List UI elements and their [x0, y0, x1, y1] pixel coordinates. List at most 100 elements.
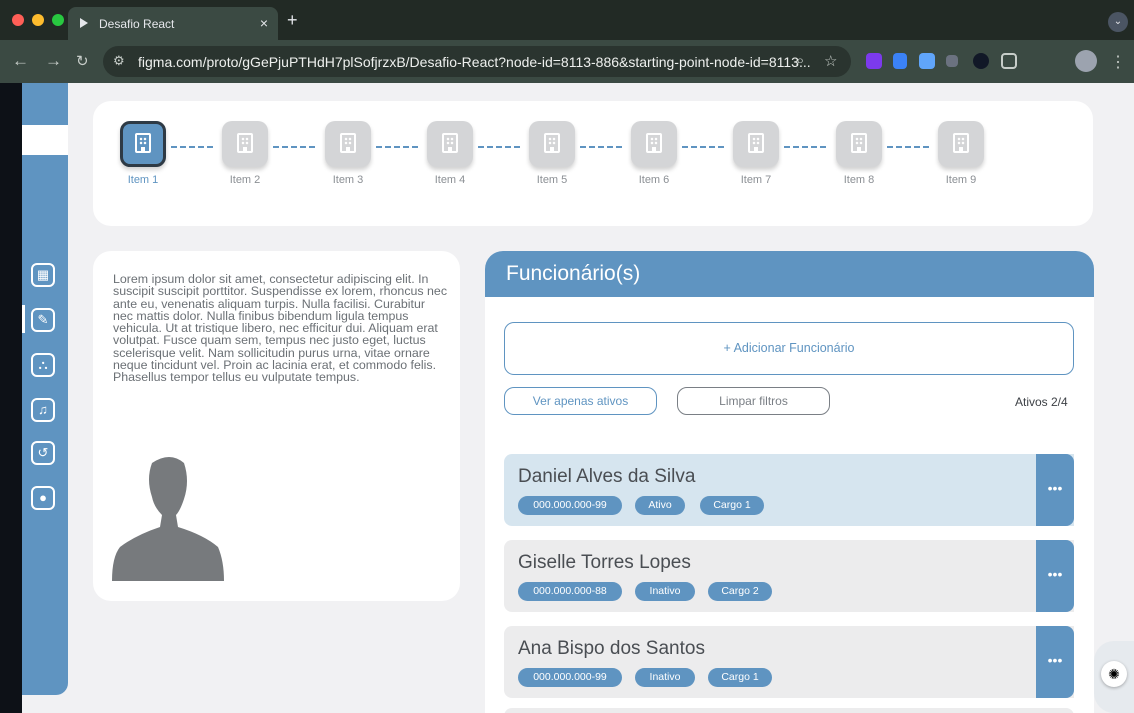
profile-avatar-icon[interactable] [1075, 50, 1097, 72]
employee-row[interactable]: Ana Bispo dos Santos 000.000.000-99 Inat… [504, 626, 1074, 698]
step-item-4[interactable]: Item 4 [420, 121, 480, 186]
building-icon [938, 121, 984, 167]
cpf-badge: 000.000.000-88 [518, 582, 622, 601]
employees-header: Funcionário(s) [485, 251, 1094, 297]
employee-row[interactable]: Daniel Alves da Silva 000.000.000-99 Ati… [504, 454, 1074, 526]
clear-filters-button[interactable]: Limpar filtros [677, 387, 830, 415]
forward-arrow-icon[interactable]: → [45, 51, 62, 71]
employee-name: Giselle Torres Lopes [518, 552, 691, 573]
building-icon [529, 121, 575, 167]
description-card: Lorem ipsum dolor sit amet, consectetur … [93, 251, 460, 601]
role-badge: Cargo 1 [708, 668, 772, 687]
employee-row-partial [504, 708, 1074, 713]
tab-title: Desafio React [99, 17, 175, 31]
step-connector [580, 146, 622, 148]
extensions-puzzle-icon[interactable] [1001, 53, 1017, 69]
extension-brain-icon[interactable]: ✺ [1101, 661, 1127, 687]
figma-play-icon [80, 18, 88, 28]
building-icon [222, 121, 268, 167]
extension-icon[interactable] [893, 53, 907, 69]
employees-card: Funcionário(s) + Adicionar Funcionário V… [485, 251, 1094, 713]
employee-more-button[interactable]: ••• [1036, 540, 1074, 612]
sidebar: ▦ ✎ ⛬ ♫ ↺ ● [22, 83, 68, 695]
step-item-3[interactable]: Item 3 [318, 121, 378, 186]
status-badge: Ativo [635, 496, 685, 515]
employee-row[interactable]: Giselle Torres Lopes 000.000.000-88 Inat… [504, 540, 1074, 612]
step-label: Item 1 [127, 174, 159, 186]
tab-close-icon[interactable]: × [260, 15, 268, 31]
description-text: Lorem ipsum dolor sit amet, consectetur … [113, 272, 448, 385]
active-count: Ativos 2/4 [1015, 395, 1068, 409]
step-connector [376, 146, 418, 148]
building-icon [733, 121, 779, 167]
menu-kebab-icon[interactable]: ⋮ [1110, 52, 1126, 72]
step-item-6[interactable]: Item 6 [624, 121, 684, 186]
step-item-9[interactable]: Item 9 [931, 121, 991, 186]
step-label: Item 9 [945, 174, 977, 186]
building-icon [120, 121, 166, 167]
app-page: ▦ ✎ ⛬ ♫ ↺ ● Item 1 Item 2 Item 3 Item 4 [0, 83, 1134, 713]
employee-more-button[interactable]: ••• [1036, 626, 1074, 698]
bell-icon[interactable]: ♫ [31, 398, 55, 422]
status-badge: Inativo [635, 668, 695, 687]
minimize-window-button[interactable] [32, 14, 44, 26]
step-label: Item 4 [434, 174, 466, 186]
tab-search-icon[interactable]: ⌄ [1108, 12, 1128, 32]
sidebar-active-indicator [22, 305, 25, 333]
sidebar-logo-slot [22, 125, 68, 155]
person-placeholder-icon [112, 457, 224, 581]
step-connector [682, 146, 724, 148]
back-arrow-icon[interactable]: ← [12, 51, 29, 71]
extension-icon[interactable] [866, 53, 882, 69]
step-label: Item 6 [638, 174, 670, 186]
employee-name: Ana Bispo dos Santos [518, 638, 705, 659]
url-text: figma.com/proto/gGePjuPTHdH7plSofjrzxB/D… [138, 54, 811, 70]
close-window-button[interactable] [12, 14, 24, 26]
history-icon[interactable]: ↺ [31, 441, 55, 465]
browser-titlebar: Desafio React × + ⌄ [0, 0, 1134, 40]
browser-toolbar: ← → ↻ ⚙ figma.com/proto/gGePjuPTHdH7plSo… [0, 40, 1134, 83]
role-badge: Cargo 1 [700, 496, 764, 515]
role-badge: Cargo 2 [708, 582, 772, 601]
employee-name: Daniel Alves da Silva [518, 466, 696, 487]
step-connector [171, 146, 213, 148]
user-icon[interactable]: ● [31, 486, 55, 510]
translate-extension-icon[interactable] [919, 53, 935, 69]
extension-icon[interactable] [946, 55, 958, 67]
cpf-badge: 000.000.000-99 [518, 668, 622, 687]
step-item-5[interactable]: Item 5 [522, 121, 582, 186]
step-label: Item 5 [536, 174, 568, 186]
window-edge [0, 83, 22, 713]
bookmark-star-icon[interactable]: ☆ [824, 52, 837, 70]
org-chart-icon[interactable]: ⛬ [31, 353, 55, 377]
step-item-7[interactable]: Item 7 [726, 121, 786, 186]
building-icon[interactable]: ▦ [31, 263, 55, 287]
building-icon [631, 121, 677, 167]
stepper-card: Item 1 Item 2 Item 3 Item 4 Item 5 Item … [93, 101, 1093, 226]
building-icon [836, 121, 882, 167]
step-item-8[interactable]: Item 8 [829, 121, 889, 186]
building-icon [325, 121, 371, 167]
extension-icon[interactable] [973, 53, 989, 69]
edit-icon[interactable]: ✎ [31, 308, 55, 332]
step-label: Item 2 [229, 174, 261, 186]
add-employee-button[interactable]: + Adicionar Funcionário [504, 322, 1074, 375]
show-active-only-button[interactable]: Ver apenas ativos [504, 387, 657, 415]
address-bar[interactable]: ⚙ figma.com/proto/gGePjuPTHdH7plSofjrzxB… [103, 46, 851, 77]
new-tab-button[interactable]: + [287, 10, 298, 31]
maximize-window-button[interactable] [52, 14, 64, 26]
step-connector [273, 146, 315, 148]
site-settings-icon[interactable]: ⚙ [113, 53, 125, 69]
employee-more-button[interactable]: ••• [1036, 454, 1074, 526]
reload-icon[interactable]: ↻ [76, 52, 89, 70]
step-item-2[interactable]: Item 2 [215, 121, 275, 186]
step-label: Item 3 [332, 174, 364, 186]
employees-title: Funcionário(s) [506, 262, 641, 285]
step-label: Item 7 [740, 174, 772, 186]
step-label: Item 8 [843, 174, 875, 186]
step-connector [887, 146, 929, 148]
building-icon [427, 121, 473, 167]
zoom-icon[interactable]: ⌕ [796, 52, 804, 69]
step-item-1[interactable]: Item 1 [113, 121, 173, 186]
browser-tab[interactable]: Desafio React × [68, 7, 278, 40]
